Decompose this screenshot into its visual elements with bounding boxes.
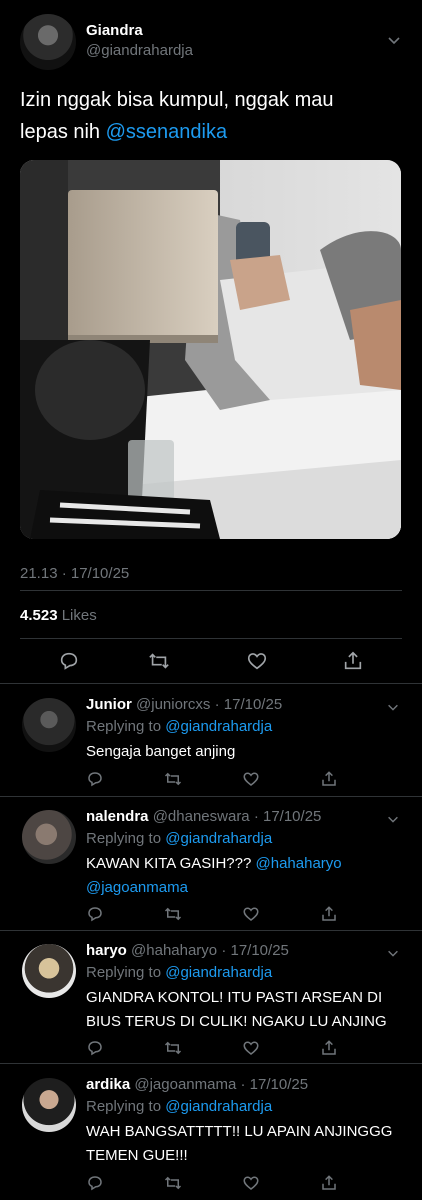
divider	[20, 590, 402, 591]
share-icon[interactable]	[320, 770, 338, 788]
retweet-icon[interactable]	[148, 650, 170, 672]
reply-actions	[86, 905, 346, 925]
tweet-photo[interactable]	[20, 160, 401, 539]
reply-meta: haryo @hahaharyo · 17/10/25	[86, 942, 289, 959]
heart-icon[interactable]	[242, 770, 260, 788]
likes-stat[interactable]: 4.523 Likes	[20, 607, 97, 624]
replying-to: Replying to @giandrahardja	[86, 964, 272, 981]
reply-text: KAWAN KITA GASIH??? @hahaharyo @jagoanma…	[86, 852, 406, 900]
avatar[interactable]	[22, 698, 76, 752]
heart-icon[interactable]	[246, 650, 268, 672]
avatar[interactable]	[22, 944, 76, 998]
reply-display-name[interactable]: Junior	[86, 696, 132, 713]
chevron-down-icon[interactable]	[386, 812, 400, 826]
tweet-text-line: Izin nggak bisa kumpul, nggak mau	[20, 89, 334, 111]
reply-handle[interactable]: @jagoanmama	[134, 1076, 236, 1093]
reply-handle[interactable]: @dhaneswara	[153, 808, 250, 825]
retweet-icon[interactable]	[164, 1039, 182, 1057]
reply-text: GIANDRA KONTOL! ITU PASTI ARSEAN DI BIUS…	[86, 989, 387, 1030]
tweet-text-line: lepas nih @ssenandika	[20, 116, 405, 148]
heart-icon[interactable]	[242, 1039, 260, 1057]
divider	[0, 1063, 422, 1064]
tweet-thread: Giandra @giandrahardja Izin nggak bisa k…	[0, 0, 422, 1200]
heart-icon[interactable]	[242, 905, 260, 923]
replying-prefix: Replying to	[86, 964, 166, 981]
chevron-down-icon[interactable]	[386, 32, 402, 48]
reply-icon[interactable]	[86, 905, 104, 923]
retweet-icon[interactable]	[164, 1174, 182, 1192]
reply-text-body: KAWAN KITA GASIH???	[86, 855, 256, 872]
reply-date: · 17/10/25	[240, 1076, 309, 1093]
replying-to-link[interactable]: @giandrahardja	[165, 1098, 272, 1115]
avatar[interactable]	[22, 1078, 76, 1132]
divider	[0, 796, 422, 797]
divider	[0, 930, 422, 931]
tweet-actions	[20, 650, 402, 674]
share-icon[interactable]	[320, 1174, 338, 1192]
reply-icon[interactable]	[86, 1039, 104, 1057]
reply-icon[interactable]	[58, 650, 80, 672]
replying-prefix: Replying to	[86, 1098, 166, 1115]
reply-icon[interactable]	[86, 770, 104, 788]
tweet-text: Izin nggak bisa kumpul, nggak mau lepas …	[20, 84, 405, 148]
chevron-down-icon[interactable]	[386, 946, 400, 960]
divider	[20, 638, 402, 639]
reply-actions	[86, 770, 346, 790]
reply-actions	[86, 1039, 346, 1059]
likes-count: 4.523	[20, 607, 58, 624]
reply-handle[interactable]: @hahaharyo	[131, 942, 217, 959]
reply-display-name[interactable]: haryo	[86, 942, 127, 959]
share-icon[interactable]	[342, 650, 364, 672]
handle[interactable]: @giandrahardja	[86, 42, 193, 59]
reply-handle[interactable]: @juniorcxs	[136, 696, 210, 713]
reply-meta: ardika @jagoanmama · 17/10/25	[86, 1076, 308, 1093]
replying-to-link[interactable]: @giandrahardja	[165, 830, 272, 847]
reply-text: Sengaja banget anjing	[86, 743, 236, 760]
reply-text: WAH BANGSATTTTT!! LU APAIN ANJINGGG TEME…	[86, 1123, 393, 1164]
reply-date: · 17/10/25	[221, 942, 289, 959]
author-names: Giandra @giandrahardja	[86, 22, 193, 59]
reply-icon[interactable]	[86, 1174, 104, 1192]
replying-prefix: Replying to	[86, 718, 166, 735]
tweet-text-prefix: lepas nih	[20, 121, 106, 143]
replying-to-link[interactable]: @giandrahardja	[165, 964, 272, 981]
share-icon[interactable]	[320, 1039, 338, 1057]
replying-to: Replying to @giandrahardja	[86, 830, 272, 847]
heart-icon[interactable]	[242, 1174, 260, 1192]
reply-date: · 17/10/25	[214, 696, 283, 713]
mention-link[interactable]: @ssenandika	[106, 121, 227, 143]
reply-display-name[interactable]: ardika	[86, 1076, 130, 1093]
replying-to: Replying to @giandrahardja	[86, 718, 272, 735]
display-name[interactable]: Giandra	[86, 22, 193, 39]
avatar[interactable]	[20, 14, 76, 70]
reply-meta: Junior @juniorcxs · 17/10/25	[86, 696, 282, 713]
avatar[interactable]	[22, 810, 76, 864]
replying-to: Replying to @giandrahardja	[86, 1098, 272, 1115]
retweet-icon[interactable]	[164, 770, 182, 788]
reply-actions	[86, 1174, 346, 1194]
replying-prefix: Replying to	[86, 830, 166, 847]
reply-display-name[interactable]: nalendra	[86, 808, 149, 825]
share-icon[interactable]	[320, 905, 338, 923]
tweet-timestamp[interactable]: 21.13 · 17/10/25	[20, 565, 129, 582]
likes-label: Likes	[61, 607, 97, 624]
reply-date: · 17/10/25	[253, 808, 322, 825]
retweet-icon[interactable]	[164, 905, 182, 923]
replying-to-link[interactable]: @giandrahardja	[165, 718, 272, 735]
divider	[0, 683, 422, 684]
tweet-header: Giandra @giandrahardja	[20, 14, 402, 70]
chevron-down-icon[interactable]	[386, 700, 400, 714]
reply-meta: nalendra @dhaneswara · 17/10/25	[86, 808, 321, 825]
